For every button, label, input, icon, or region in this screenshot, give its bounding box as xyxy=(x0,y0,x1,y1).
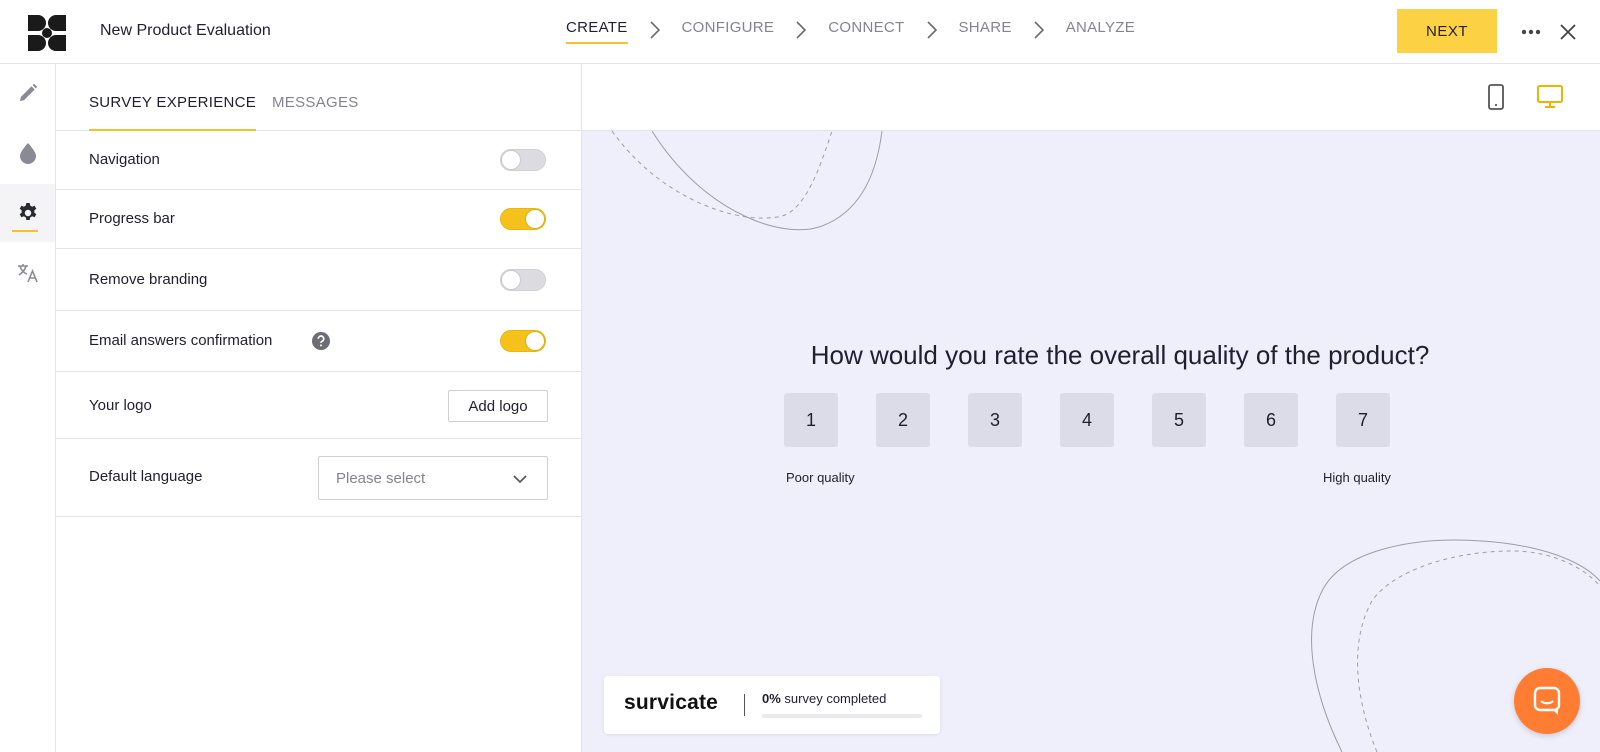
step-configure[interactable]: CONFIGURE xyxy=(682,19,775,44)
gear-icon xyxy=(19,203,36,220)
setting-row-progress-bar: Progress bar xyxy=(56,190,581,249)
email-confirmation-toggle[interactable] xyxy=(500,330,546,352)
step-connect[interactable]: CONNECT xyxy=(828,19,904,44)
setting-row-email-confirmation: Email answers confirmation xyxy=(56,311,581,372)
survey-title[interactable]: New Product Evaluation xyxy=(100,22,271,40)
brand-divider xyxy=(744,694,745,716)
chevron-right-icon xyxy=(649,21,660,39)
question-text: How would you rate the overall quality o… xyxy=(810,340,1430,370)
panel-tabs: SURVEY EXPERIENCE MESSAGES xyxy=(56,64,581,131)
pencil-icon xyxy=(19,83,37,101)
rating-option-4[interactable]: 4 xyxy=(1060,393,1114,447)
mobile-icon[interactable] xyxy=(1486,84,1506,110)
toggle-knob xyxy=(502,271,520,289)
rail-item-design[interactable] xyxy=(0,124,55,182)
chevron-right-icon xyxy=(926,21,937,39)
rating-option-6[interactable]: 6 xyxy=(1244,393,1298,447)
navigation-toggle[interactable] xyxy=(500,149,546,171)
progress-status: 0% survey completed xyxy=(762,691,886,706)
next-button[interactable]: NEXT xyxy=(1397,9,1497,53)
step-create[interactable]: CREATE xyxy=(566,19,628,44)
progress-track xyxy=(762,714,922,718)
toggle-knob xyxy=(526,332,544,350)
toggle-knob xyxy=(502,151,520,169)
preview-toolbar xyxy=(582,64,1600,131)
question-circle-icon[interactable] xyxy=(312,332,330,350)
close-icon[interactable] xyxy=(1559,23,1577,41)
rating-option-1[interactable]: 1 xyxy=(784,393,838,447)
survey-preview: How would you rate the overall quality o… xyxy=(582,64,1600,752)
rail-item-edit[interactable] xyxy=(0,64,55,122)
rating-option-5[interactable]: 5 xyxy=(1152,393,1206,447)
toggle-knob xyxy=(526,210,544,228)
rail-item-translations[interactable] xyxy=(0,244,55,302)
setting-label: Your logo xyxy=(89,397,152,414)
select-placeholder: Please select xyxy=(336,470,426,487)
scale-low-label: Poor quality xyxy=(786,470,855,485)
tab-messages[interactable]: MESSAGES xyxy=(272,94,359,131)
add-logo-button[interactable]: Add logo xyxy=(448,390,548,422)
progress-bar-toggle[interactable] xyxy=(500,208,546,230)
remove-branding-toggle[interactable] xyxy=(500,269,546,291)
chat-launcher-button[interactable] xyxy=(1514,668,1580,734)
setting-label: Navigation xyxy=(89,151,160,168)
tab-survey-experience[interactable]: SURVEY EXPERIENCE xyxy=(89,94,257,131)
chevron-right-icon xyxy=(796,21,807,39)
chevron-right-icon xyxy=(1034,21,1044,39)
progress-card: survicate 0% survey completed xyxy=(604,676,940,734)
setting-row-default-language: Default language Please select xyxy=(56,439,581,517)
progress-caption: survey completed xyxy=(784,691,887,706)
rating-option-7[interactable]: 7 xyxy=(1336,393,1390,447)
setting-label: Remove branding xyxy=(89,271,208,288)
desktop-icon[interactable] xyxy=(1536,84,1564,110)
survicate-logo-icon[interactable] xyxy=(26,13,68,53)
rating-option-3[interactable]: 3 xyxy=(968,393,1022,447)
settings-panel: SURVEY EXPERIENCE MESSAGES Navigation Pr… xyxy=(56,64,582,752)
setting-row-logo: Your logo Add logo xyxy=(56,372,581,439)
step-analyze[interactable]: ANALYZE xyxy=(1066,19,1135,44)
scale-high-label: High quality xyxy=(1323,470,1391,485)
translate-icon xyxy=(17,264,38,283)
chat-icon xyxy=(1533,686,1561,715)
rail-item-settings[interactable] xyxy=(0,184,55,242)
progress-percent: 0% xyxy=(762,691,781,706)
droplet-icon xyxy=(19,143,36,164)
rating-option-2[interactable]: 2 xyxy=(876,393,930,447)
wizard-steps: CREATE CONFIGURE CONNECT SHARE ANALYZE xyxy=(566,19,1135,49)
survicate-brand: survicate xyxy=(624,691,719,714)
more-options-icon[interactable] xyxy=(1521,29,1541,35)
setting-label: Email answers confirmation xyxy=(89,332,273,349)
setting-row-navigation: Navigation xyxy=(56,131,581,190)
setting-label: Progress bar xyxy=(89,210,175,227)
top-bar: New Product Evaluation CREATE CONFIGURE … xyxy=(0,0,1600,64)
default-language-select[interactable]: Please select xyxy=(318,456,548,500)
step-share[interactable]: SHARE xyxy=(959,19,1012,44)
chevron-down-icon xyxy=(513,475,527,484)
setting-row-remove-branding: Remove branding xyxy=(56,249,581,311)
left-rail xyxy=(0,64,56,752)
setting-label: Default language xyxy=(89,468,203,485)
